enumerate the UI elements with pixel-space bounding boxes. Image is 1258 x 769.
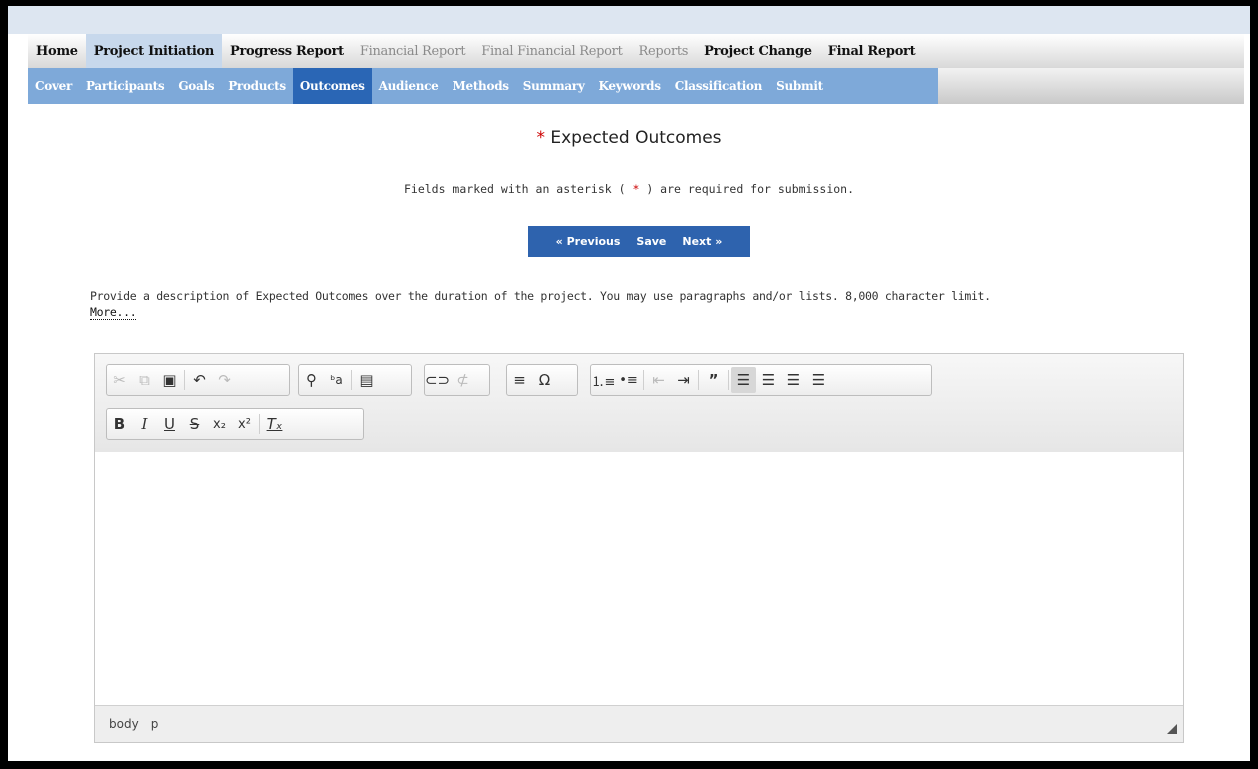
tab-goals[interactable]: Goals (171, 68, 221, 104)
nav-project-change[interactable]: Project Change (696, 34, 820, 68)
more-link[interactable]: More... (90, 305, 137, 320)
required-note: Fields marked with an asterisk ( * ) are… (0, 182, 1258, 196)
page-title-text: Expected Outcomes (550, 128, 722, 148)
toolbar-separator (184, 370, 185, 390)
tab-outcomes[interactable]: Outcomes (292, 68, 372, 104)
next-button[interactable]: Next » (682, 235, 722, 248)
note-text-post: ) are required for submission. (639, 182, 855, 196)
nav-financial-report: Financial Report (359, 43, 466, 59)
editor-toolbar: ✂ ⧉ ▣ ↶ ↷ ⚲ ᵇa ▤ ⊂⊃ ⊄ ≡ Ω ⒈≡ •≡ ⇤ ⇥ ” ☰ … (95, 354, 1183, 453)
tab-audience[interactable]: Audience (372, 68, 446, 104)
toolbar-separator (259, 414, 260, 434)
unlink-icon[interactable]: ⊄ (450, 367, 475, 393)
justify-icon[interactable]: ☰ (806, 367, 831, 393)
toolbar-separator (643, 370, 644, 390)
tab-cover[interactable]: Cover (28, 68, 79, 104)
replace-icon[interactable]: ᵇa (324, 367, 349, 393)
find-group: ⚲ ᵇa ▤ (298, 364, 412, 396)
undo-icon[interactable]: ↶ (187, 367, 212, 393)
special-character-icon[interactable]: Ω (532, 367, 557, 393)
increase-indent-icon[interactable]: ⇥ (671, 367, 696, 393)
editor-status-bar: body p (95, 705, 1183, 742)
redo-icon[interactable]: ↷ (212, 367, 237, 393)
bulleted-list-icon[interactable]: •≡ (616, 367, 641, 393)
tab-submit[interactable]: Submit (769, 68, 830, 104)
sub-nav-bar: Cover Participants Goals Products Outcom… (28, 68, 938, 104)
rich-text-editor: ✂ ⧉ ▣ ↶ ↷ ⚲ ᵇa ▤ ⊂⊃ ⊄ ≡ Ω ⒈≡ •≡ ⇤ ⇥ ” ☰ … (94, 353, 1184, 743)
toolbar-separator (698, 370, 699, 390)
element-path-body[interactable]: body (109, 717, 139, 731)
insert-group: ≡ Ω (506, 364, 578, 396)
nav-final-financial-report: Final Financial Report (481, 43, 623, 59)
align-left-icon[interactable]: ☰ (731, 367, 756, 393)
sub-nav: Cover Participants Goals Products Outcom… (28, 68, 1244, 104)
link-icon[interactable]: ⊂⊃ (425, 367, 450, 393)
subscript-icon[interactable]: x₂ (207, 411, 232, 437)
bold-icon[interactable]: B (107, 411, 132, 437)
page-title: * Expected Outcomes (0, 128, 1258, 148)
tab-participants[interactable]: Participants (79, 68, 171, 104)
clipboard-group: ✂ ⧉ ▣ ↶ ↷ (106, 364, 290, 396)
decrease-indent-icon[interactable]: ⇤ (646, 367, 671, 393)
editor-content-area[interactable] (95, 452, 1183, 706)
align-center-icon[interactable]: ☰ (756, 367, 781, 393)
link-group: ⊂⊃ ⊄ (424, 364, 490, 396)
previous-button[interactable]: « Previous (556, 235, 621, 248)
italic-icon[interactable]: I (132, 411, 157, 437)
numbered-list-icon[interactable]: ⒈≡ (591, 367, 616, 393)
element-path-p[interactable]: p (151, 717, 159, 731)
field-description: Provide a description of Expected Outcom… (90, 289, 991, 303)
main-nav: Home Project Initiation Progress Report … (28, 34, 1244, 68)
cut-icon[interactable]: ✂ (107, 367, 132, 393)
tab-products[interactable]: Products (221, 68, 293, 104)
align-right-icon[interactable]: ☰ (781, 367, 806, 393)
required-asterisk: * (536, 128, 545, 148)
remove-format-icon[interactable]: Tₓ (262, 411, 287, 437)
find-icon[interactable]: ⚲ (299, 367, 324, 393)
copy-icon[interactable]: ⧉ (132, 367, 157, 393)
formatting-group: B I U S x₂ x² Tₓ (106, 408, 364, 440)
blockquote-icon[interactable]: ” (701, 367, 726, 393)
nav-final-report[interactable]: Final Report (820, 34, 924, 68)
top-band (8, 6, 1250, 34)
resize-handle-icon[interactable] (1167, 724, 1177, 734)
toolbar-separator (351, 370, 352, 390)
nav-reports: Reports (638, 43, 689, 59)
paragraph-group: ⒈≡ •≡ ⇤ ⇥ ” ☰ ☰ ☰ ☰ (590, 364, 932, 396)
toolbar-separator (728, 370, 729, 390)
nav-home[interactable]: Home (28, 34, 86, 68)
note-text-pre: Fields marked with an asterisk ( (403, 182, 633, 196)
strikethrough-icon[interactable]: S (182, 411, 207, 437)
tab-classification[interactable]: Classification (668, 68, 769, 104)
nav-progress-report[interactable]: Progress Report (222, 34, 352, 68)
select-all-icon[interactable]: ▤ (354, 367, 379, 393)
underline-icon[interactable]: U (157, 411, 182, 437)
tab-keywords[interactable]: Keywords (592, 68, 668, 104)
navigation-buttons: « Previous Save Next » (528, 226, 750, 257)
paste-icon[interactable]: ▣ (157, 367, 182, 393)
tab-summary[interactable]: Summary (516, 68, 592, 104)
horizontal-line-icon[interactable]: ≡ (507, 367, 532, 393)
tab-methods[interactable]: Methods (446, 68, 516, 104)
nav-project-initiation[interactable]: Project Initiation (85, 34, 223, 68)
save-button[interactable]: Save (636, 235, 666, 248)
superscript-icon[interactable]: x² (232, 411, 257, 437)
